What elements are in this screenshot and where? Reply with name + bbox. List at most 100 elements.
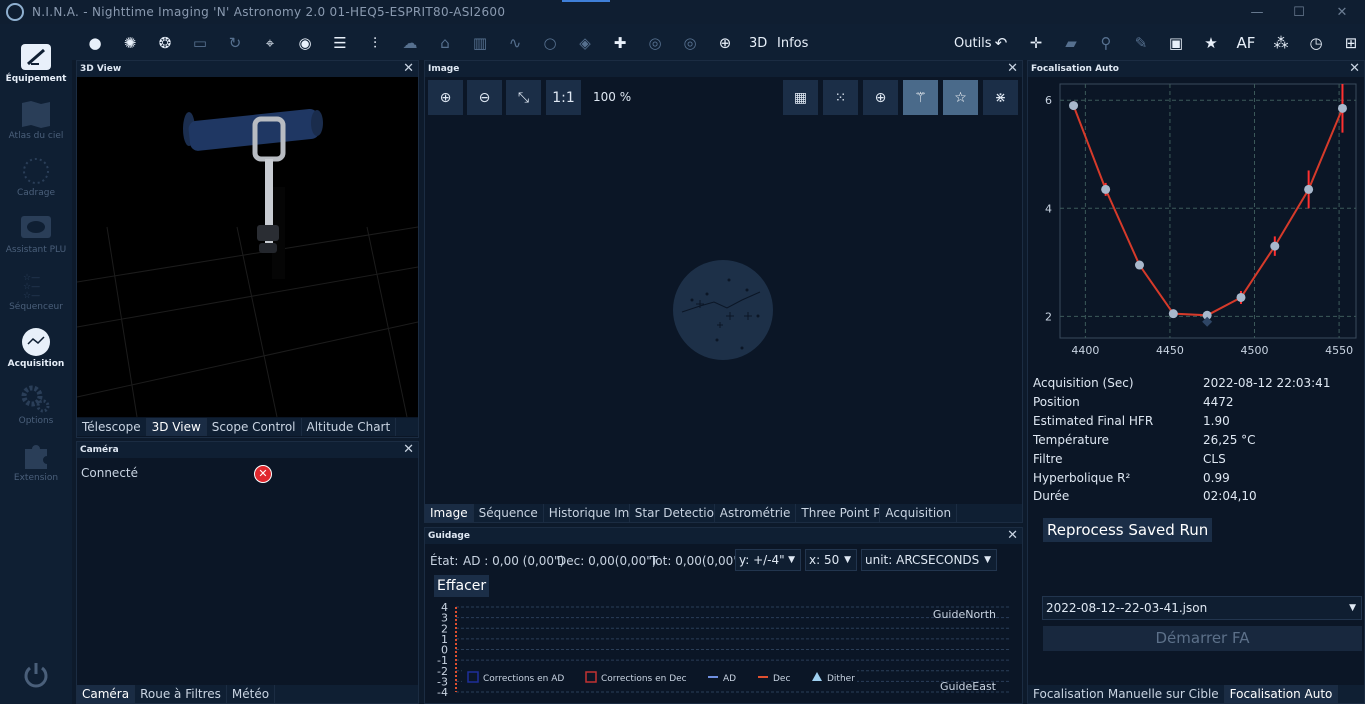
y-scale-select[interactable]: y: +/-4" ▼ [735, 549, 801, 571]
x-scale-select[interactable]: x: 50 ▼ [805, 549, 857, 571]
tab-weather[interactable]: Météo [227, 685, 276, 703]
info-row-acquisition: Acquisition (Sec) 2022-08-12 22:03:41 [1033, 376, 1330, 394]
close-icon[interactable]: ✕ [1007, 528, 1018, 543]
reprocess-saved-run-button[interactable]: Reprocess Saved Run [1043, 518, 1213, 542]
sliders-icon[interactable]: ⫶ [364, 32, 386, 54]
start-autofocus-button[interactable]: Démarrer FA [1043, 626, 1362, 651]
tab-image[interactable]: Image [425, 504, 474, 522]
aperture-icon[interactable]: ✺ [119, 32, 141, 54]
switch-list-icon[interactable]: ☰ [329, 32, 351, 54]
maximize-button[interactable]: ☐ [1282, 0, 1316, 24]
tab-filter-wheel[interactable]: Roue à Filtres [135, 685, 227, 703]
dual-ring-icon[interactable]: ◎ [679, 32, 701, 54]
camera-title: Caméra [80, 445, 119, 455]
nav-options[interactable]: Options [0, 378, 72, 434]
saved-run-select[interactable]: 2022-08-12--22-03-41.json ▼ [1042, 596, 1362, 620]
tab-altitude-chart[interactable]: Altitude Chart [302, 418, 397, 436]
data-point [1101, 184, 1111, 194]
tab-camera[interactable]: Caméra [77, 685, 136, 703]
image-tabs: Image Séquence Historique Ima Star Detec… [425, 504, 1022, 522]
tab-telescope[interactable]: Télescope [77, 418, 147, 436]
polar-align-icon[interactable]: ↶ [990, 32, 1012, 54]
nav-extension[interactable]: Extension [0, 435, 72, 491]
tab-3d-view[interactable]: 3D View [146, 418, 207, 436]
star-icon[interactable]: ★ [1200, 32, 1222, 54]
brush-icon[interactable]: ✎ [1130, 32, 1152, 54]
nav-sky-atlas[interactable]: Atlas du ciel [0, 93, 72, 149]
satellite-icon[interactable]: ✛ [1025, 32, 1047, 54]
frame-icon[interactable]: ▣ [1165, 32, 1187, 54]
close-icon[interactable]: ✕ [1349, 61, 1360, 76]
tab-manual-focus[interactable]: Focalisation Manuelle sur Cible [1028, 685, 1225, 703]
power-icon[interactable] [21, 660, 51, 690]
safety-shield-icon[interactable]: ◈ [574, 32, 596, 54]
plugin-puzzle-icon[interactable]: ✚ [609, 32, 631, 54]
focuser-icon[interactable]: ▭ [189, 32, 211, 54]
crosshair-icon[interactable]: ⊕ [714, 32, 736, 54]
history-clock-icon[interactable]: ◷ [1305, 32, 1327, 54]
data-point [1304, 184, 1314, 194]
tab-image-history[interactable]: Historique Ima [544, 504, 630, 522]
bahtinov-button[interactable]: ⋇ [983, 80, 1018, 115]
search-icon[interactable]: ⚲ [1095, 32, 1117, 54]
tab-astrometry[interactable]: Astrométrie [715, 504, 797, 522]
tab-acquisition[interactable]: Acquisition [880, 504, 958, 522]
tab-three-point-polar[interactable]: Three Point P [796, 504, 881, 522]
guide-graph-icon[interactable]: ∿ [504, 32, 526, 54]
one-to-one-button[interactable]: 1:1 [546, 80, 581, 115]
tab-autofocus[interactable]: Focalisation Auto [1224, 685, 1339, 703]
nav-label: Extension [13, 473, 59, 483]
zoom-out-button[interactable]: ⊖ [467, 80, 502, 115]
zoom-level: 100 % [593, 90, 632, 104]
bahtinov-icon: ⋇ [994, 89, 1007, 106]
nav-imaging[interactable]: Acquisition [0, 321, 72, 377]
flat-wizard-icon [19, 213, 53, 243]
autofocus-title: Focalisation Auto [1031, 64, 1119, 74]
star-hfr-overlay-button[interactable]: ⁙ [823, 80, 858, 115]
close-button[interactable]: ✕ [1325, 0, 1359, 24]
autofocus-icon[interactable]: AF [1235, 32, 1257, 54]
crosshair-button[interactable]: ⊕ [863, 80, 898, 115]
data-point [1337, 103, 1347, 113]
clear-button[interactable]: Effacer [434, 575, 490, 597]
auto-stretch-button[interactable]: ⚚ [903, 80, 938, 115]
guide-east-label: GuideEast [940, 680, 997, 693]
light-bulb-icon[interactable]: ○ [539, 32, 561, 54]
unit-select[interactable]: unit: ARCSECONDS ▼ [861, 549, 997, 571]
threed-button[interactable]: 3D [749, 36, 767, 51]
nav-sequencer[interactable]: ☆— ☆— ☆— Séquenceur [0, 264, 72, 320]
detect-stars-button[interactable]: ☆ [943, 80, 978, 115]
mount-icon[interactable]: ⌖ [259, 32, 281, 54]
tab-scope-control[interactable]: Scope Control [207, 418, 302, 436]
nav-framing[interactable]: Cadrage [0, 150, 72, 206]
autofocus-chart[interactable]: 4400 4450 4500 4550 2 4 6 [1030, 78, 1362, 368]
ring-icon[interactable]: ◎ [644, 32, 666, 54]
close-icon[interactable]: ✕ [403, 61, 414, 76]
unit-value: unit: ARCSECONDS [865, 553, 980, 567]
filter-wheel-icon[interactable]: ❂ [154, 32, 176, 54]
zoom-in-icon: ⊕ [439, 89, 452, 106]
camera-icon[interactable]: ● [84, 32, 106, 54]
close-icon[interactable]: ✕ [1007, 61, 1018, 76]
weather-cloud-icon[interactable]: ☁ [399, 32, 421, 54]
flat-panel-icon[interactable]: ▰ [1060, 32, 1082, 54]
nav-equipment[interactable]: Équipement [0, 36, 72, 92]
minimize-button[interactable]: — [1240, 0, 1274, 24]
zoom-in-button[interactable]: ⊕ [428, 80, 463, 115]
close-icon[interactable]: ✕ [403, 442, 414, 457]
tab-sequence[interactable]: Séquence [474, 504, 544, 522]
histogram-icon[interactable]: ▥ [469, 32, 491, 54]
x-tick-label: 4400 [1071, 344, 1099, 357]
star-field-icon[interactable]: ⁂ [1270, 32, 1292, 54]
panel-title: 3D View ✕ [77, 61, 418, 77]
telescope-3d-view[interactable] [77, 77, 418, 417]
tab-star-detection[interactable]: Star Detection [630, 504, 715, 522]
frame-expand-icon[interactable]: ⊞ [1340, 32, 1362, 54]
grid-overlay-button[interactable]: ▦ [783, 80, 818, 115]
guider-icon[interactable]: ◉ [294, 32, 316, 54]
rotator-icon[interactable]: ↻ [224, 32, 246, 54]
infos-button[interactable]: Infos [777, 36, 808, 51]
nav-flat-wizard[interactable]: Assistant PLU [0, 207, 72, 263]
fit-to-screen-button[interactable]: ⤡ [506, 80, 541, 115]
dome-icon[interactable]: ⌂ [434, 32, 456, 54]
